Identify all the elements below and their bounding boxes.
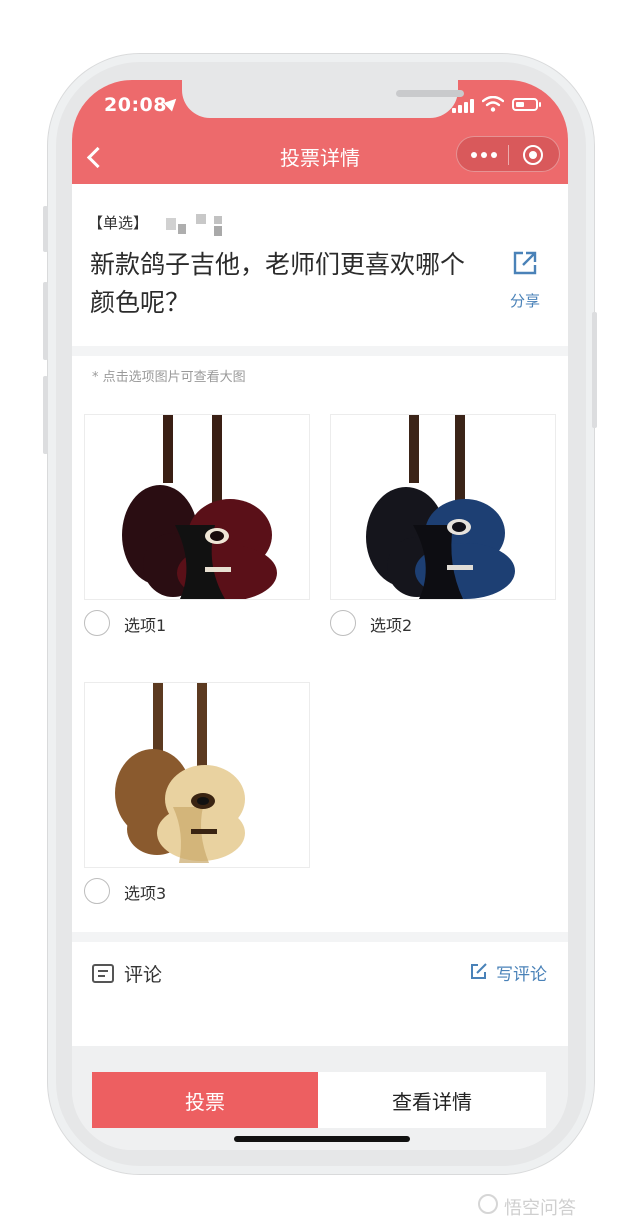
option-row[interactable]: 选项1: [84, 600, 310, 644]
question-card: 【单选】 新款鸽子吉他，老师们更喜欢哪个颜色呢？ 分享: [72, 184, 568, 346]
view-details-button[interactable]: 查看详情: [318, 1072, 546, 1128]
comments-section: 评论 写评论: [72, 942, 568, 1046]
status-time: 20:08: [104, 94, 167, 116]
option-image[interactable]: [84, 682, 310, 868]
watermark: 悟空问答: [504, 1198, 576, 1219]
phone-screen: 20:08 投票详情 【单选】 新款鸽子吉他，老师们更喜欢哪个颜色呢？ 分享 *…: [72, 80, 568, 1150]
notch: [182, 80, 464, 118]
option-radio[interactable]: [84, 878, 110, 904]
close-miniprogram-icon[interactable]: [523, 145, 543, 165]
option-item[interactable]: 选项1: [84, 414, 310, 644]
option-label: 选项3: [124, 884, 167, 903]
home-indicator: [234, 1136, 410, 1142]
vote-button[interactable]: 投票: [92, 1072, 318, 1128]
battery-tip: [539, 102, 541, 107]
option-item[interactable]: 选项2: [330, 414, 556, 644]
volume-up-button: [43, 282, 48, 360]
comments-title: 评论: [124, 964, 163, 986]
speaker: [396, 90, 464, 97]
signal-icon: [452, 99, 476, 113]
option-radio[interactable]: [330, 610, 356, 636]
option-image[interactable]: [84, 414, 310, 600]
question-type-tag: 【单选】: [88, 214, 149, 232]
write-comment-label: 写评论: [496, 965, 547, 985]
power-button: [592, 312, 597, 428]
options-hint: * 点击选项图片可查看大图: [92, 370, 246, 385]
battery-icon: [512, 98, 538, 111]
miniprogram-capsule: [456, 136, 560, 172]
capsule-divider: [508, 145, 509, 165]
option-row[interactable]: 选项2: [330, 600, 556, 644]
wifi-icon: [482, 96, 504, 112]
share-icon: [513, 251, 537, 275]
edit-icon: [471, 963, 487, 979]
options-section: * 点击选项图片可查看大图 选项1 选项2 选项3: [72, 356, 568, 932]
option-radio[interactable]: [84, 610, 110, 636]
share-button[interactable]: 分享: [500, 246, 550, 311]
option-item[interactable]: 选项3: [84, 682, 310, 912]
share-label: 分享: [509, 292, 540, 310]
guitar-image: [115, 683, 245, 863]
mute-switch: [43, 206, 48, 252]
comment-icon: [92, 964, 114, 983]
question-text: 新款鸽子吉他，老师们更喜欢哪个颜色呢？: [90, 250, 466, 317]
option-row[interactable]: 选项3: [84, 868, 310, 912]
header-bar: 20:08 投票详情: [72, 80, 568, 184]
option-image[interactable]: [330, 414, 556, 600]
watermark-logo-icon: [478, 1194, 498, 1214]
option-label: 选项2: [370, 616, 413, 635]
guitar-image: [366, 415, 515, 599]
guitar-image: [122, 415, 277, 599]
action-bar: 投票 查看详情: [72, 1046, 568, 1150]
option-label: 选项1: [124, 616, 167, 635]
more-icon[interactable]: [471, 152, 497, 158]
volume-down-button: [43, 376, 48, 454]
author-mosaic: [166, 214, 226, 236]
